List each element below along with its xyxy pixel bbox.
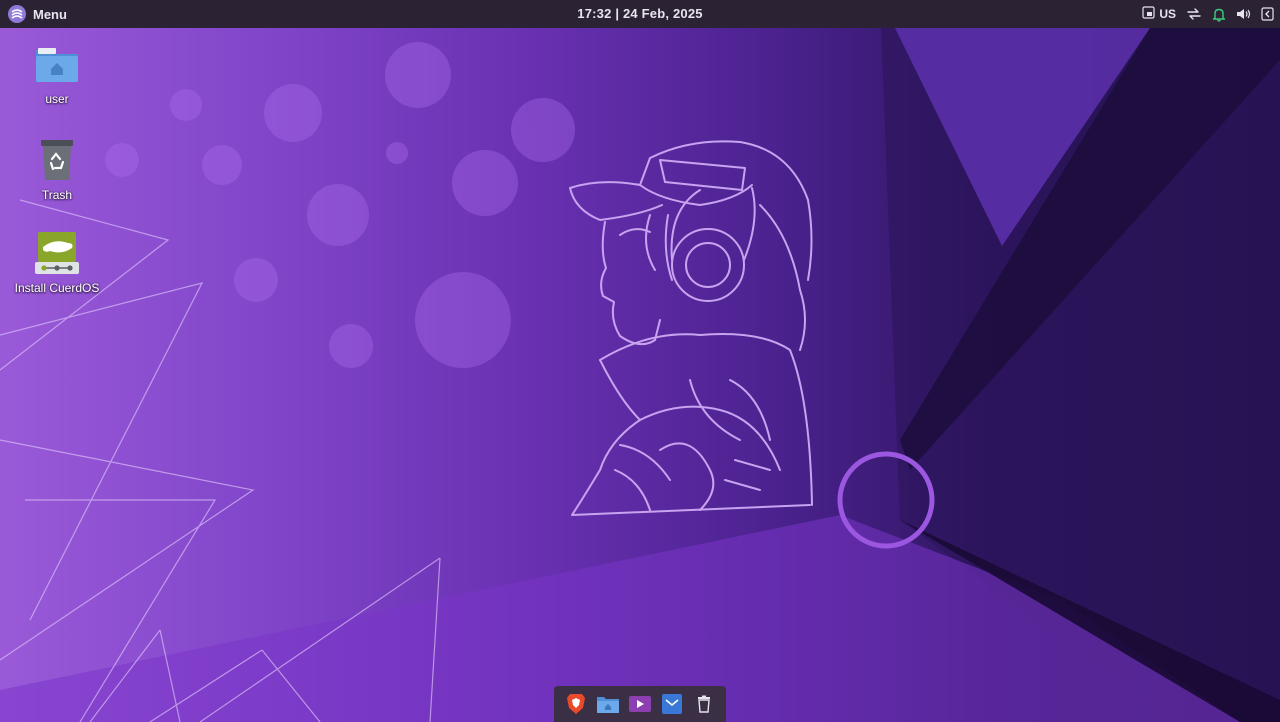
desktop-icon-label: user — [45, 92, 69, 106]
home-folder-icon — [33, 40, 81, 88]
trash-icon[interactable] — [690, 690, 718, 718]
mail-icon[interactable] — [658, 690, 686, 718]
wallpaper — [0, 0, 1280, 722]
dock — [554, 686, 726, 722]
keyboard-layout-indicator[interactable]: US — [1142, 6, 1176, 22]
desktop-icon-label: Trash — [41, 188, 73, 202]
keyboard-icon — [1142, 6, 1155, 22]
desktop-icon-label: Install CuerdOS — [14, 281, 100, 295]
desktop[interactable]: Menu 17:32 | 24 Feb, 2025 US user Trash … — [0, 0, 1280, 722]
system-tray: US — [1142, 0, 1274, 28]
clock[interactable]: 17:32 | 24 Feb, 2025 — [0, 0, 1280, 28]
menu-button[interactable]: Menu — [0, 0, 75, 28]
top-panel: Menu 17:32 | 24 Feb, 2025 US — [0, 0, 1280, 28]
cuerdos-logo-icon — [8, 5, 26, 23]
network-transfer-icon[interactable] — [1186, 7, 1202, 21]
keyboard-layout-label: US — [1159, 7, 1176, 21]
file-manager-icon[interactable] — [594, 690, 622, 718]
desktop-icon-install-cuerdos[interactable]: Install CuerdOS — [7, 229, 107, 295]
media-player-icon[interactable] — [626, 690, 654, 718]
trash-icon — [33, 136, 81, 184]
desktop-icon-user[interactable]: user — [7, 40, 107, 106]
menu-label: Menu — [33, 6, 67, 22]
brave-browser-icon[interactable] — [562, 690, 590, 718]
installer-icon — [33, 229, 81, 277]
volume-icon[interactable] — [1236, 7, 1251, 21]
logout-icon[interactable] — [1261, 7, 1274, 21]
notification-bell-icon[interactable] — [1212, 7, 1226, 22]
desktop-icon-trash[interactable]: Trash — [7, 136, 107, 202]
